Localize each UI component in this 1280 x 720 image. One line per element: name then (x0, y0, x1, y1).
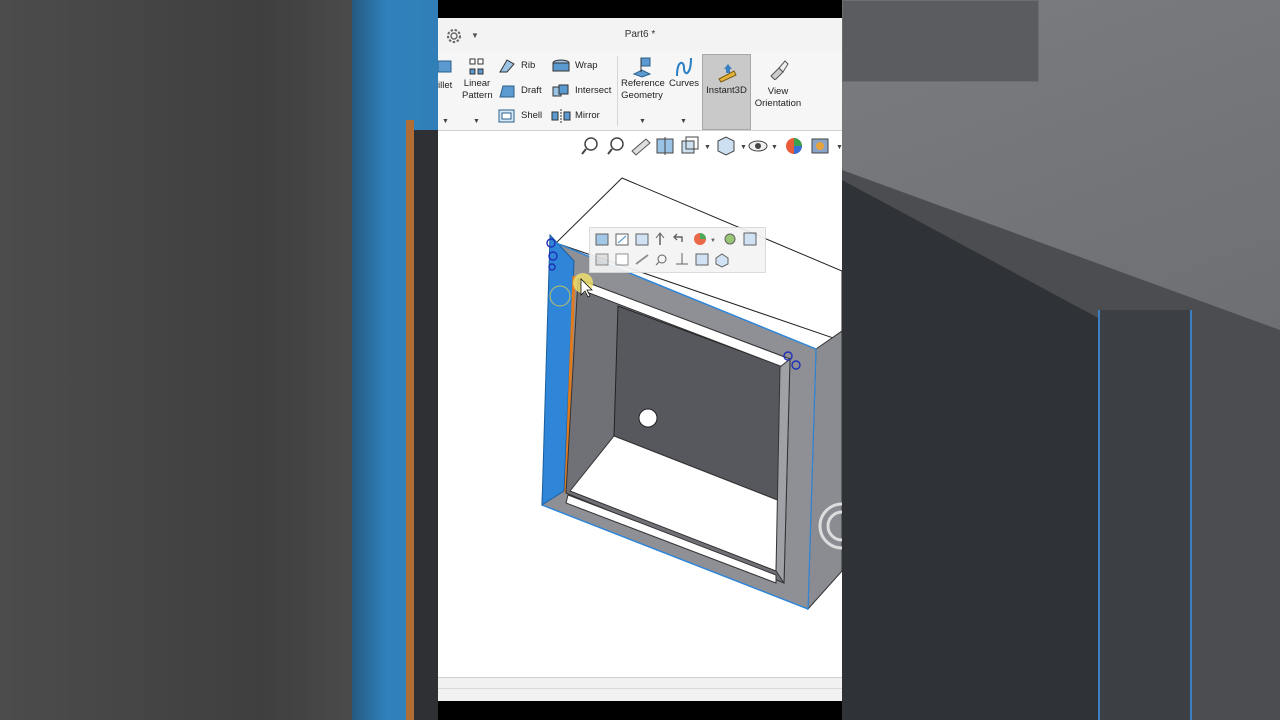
draft-button[interactable]: Draft (498, 83, 542, 99)
document-title: Part6 * (624, 29, 656, 40)
sketch-icon[interactable] (615, 253, 629, 266)
fillet-label: illet (438, 80, 453, 91)
instant3d-label: Instant3D (706, 85, 747, 96)
wrap-button[interactable]: Wrap (551, 58, 598, 74)
wrap-icon (552, 59, 570, 72)
mirror-button[interactable]: Mirror (551, 108, 600, 124)
view-icon[interactable] (695, 253, 709, 266)
intersect-label: Intersect (575, 85, 612, 96)
shell-button[interactable]: Shell (498, 108, 542, 124)
mirror-icon (551, 109, 571, 123)
context-toolbar: ▼ (589, 227, 766, 273)
status-bar-divider (438, 688, 842, 689)
cad-application-window: ▼ Part6 * illet ▼ Linear Pattern ▼ Rib D… (438, 0, 842, 720)
mirror-label: Mirror (575, 110, 600, 121)
intersect-button[interactable]: Intersect (551, 83, 611, 99)
model-3d-view[interactable] (438, 131, 842, 677)
svg-text:▼: ▼ (710, 238, 716, 244)
zoom-selection-icon[interactable] (655, 254, 667, 266)
view-orientation-button[interactable]: View Orientation (754, 58, 802, 110)
zoom-icon[interactable] (724, 233, 736, 245)
curves-label: Curves (668, 78, 700, 89)
background-frame-column (1098, 310, 1192, 720)
appearance-icon[interactable] (694, 233, 706, 245)
measure-icon[interactable] (635, 254, 649, 265)
reference-geometry-label: Reference (621, 78, 665, 89)
shell-icon (498, 109, 515, 123)
rib-button[interactable]: Rib (498, 58, 535, 74)
fillet-button[interactable]: illet (438, 58, 454, 92)
view-orientation-label-line2: Orientation (754, 98, 802, 109)
normal-to-icon[interactable] (655, 232, 665, 245)
edit-sketch-icon[interactable] (615, 233, 629, 246)
linear-pattern-label-line2: Pattern (462, 90, 493, 101)
view-orientation-label: View (767, 86, 789, 97)
graphics-area[interactable]: ▼ ▼ ▼ ▼ ▼ (438, 131, 842, 677)
linear-pattern-label: Linear (463, 78, 491, 89)
fillet-icon (438, 60, 452, 73)
background-highlight-edge (406, 120, 414, 720)
background-left-blur (0, 0, 438, 720)
background-right-blur (842, 0, 1280, 720)
linear-pattern-button[interactable]: Linear Pattern (462, 58, 493, 102)
wrap-label: Wrap (575, 60, 598, 71)
context-toolbar-icons: ▼ (595, 232, 757, 268)
chevron-down-icon[interactable]: ▼ (473, 118, 480, 125)
pattern-icon[interactable] (635, 233, 649, 246)
feature-icon[interactable] (595, 233, 609, 246)
reference-geometry-button[interactable]: Reference Geometry (621, 56, 665, 102)
shell-label: Shell (521, 110, 543, 121)
letterbox-bottom (438, 701, 842, 720)
hide-icon[interactable] (743, 232, 757, 246)
section-icon[interactable] (595, 253, 609, 266)
draft-icon (499, 85, 515, 98)
reference-geometry-label-line2: Geometry (621, 90, 663, 101)
background-inner-face (414, 130, 438, 720)
chevron-down-icon[interactable]: ▼ (680, 118, 687, 125)
reference-geometry-icon (632, 57, 652, 78)
chevron-down-icon[interactable]: ▼ (639, 118, 646, 125)
mate-icon[interactable] (676, 253, 688, 265)
instant3d-icon (717, 64, 737, 83)
draft-label: Draft (521, 85, 542, 96)
rollback-icon[interactable] (673, 233, 683, 242)
rib-label: Rib (521, 60, 536, 71)
ribbon-separator (617, 56, 618, 126)
curves-icon (676, 57, 692, 77)
features-ribbon: illet ▼ Linear Pattern ▼ Rib Draft Shell (438, 52, 842, 131)
flashlight-icon (770, 60, 789, 80)
background-panel (842, 0, 1039, 82)
status-bar (438, 677, 842, 702)
curves-button[interactable]: Curves (668, 56, 700, 90)
intersect-icon (552, 84, 569, 97)
linear-pattern-icon (469, 58, 484, 75)
isometric-icon[interactable] (715, 253, 729, 268)
chevron-down-icon[interactable]: ▼ (442, 118, 449, 125)
title-bar: ▼ Part6 * (438, 18, 842, 53)
rib-icon (499, 59, 515, 73)
instant3d-button[interactable]: Instant3D (702, 54, 751, 130)
